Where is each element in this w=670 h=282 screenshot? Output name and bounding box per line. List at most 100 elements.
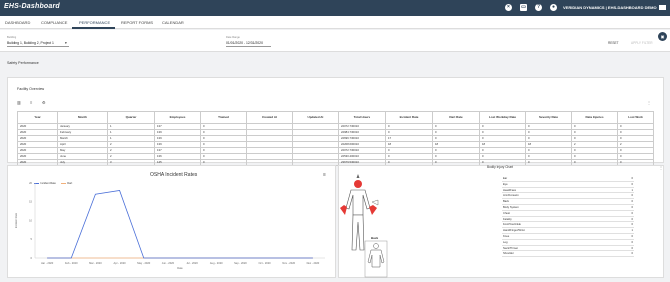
body-part-name: Ear xyxy=(503,177,508,180)
date-range-input[interactable]: 01/01/2020 - 12/31/2020 xyxy=(226,41,263,45)
legs-outline[interactable] xyxy=(351,214,365,251)
left-hand-marker[interactable] xyxy=(340,205,347,215)
column-header[interactable]: Lost Workday Rate xyxy=(479,111,526,124)
chevron-down-icon[interactable]: ▾ xyxy=(65,41,67,45)
column-header[interactable]: Updated At xyxy=(292,111,339,124)
list-item[interactable]: Shoulder 0 xyxy=(502,251,634,258)
help-icon[interactable]: ? xyxy=(535,4,542,11)
reset-button[interactable]: RESET xyxy=(608,41,619,45)
column-header[interactable]: Severity Rate xyxy=(525,111,572,124)
pointer-icon xyxy=(356,174,360,178)
date-underline xyxy=(226,46,271,47)
body-part-name: Arm/Forearm xyxy=(503,194,519,198)
x-tick-label: Jun - 2020 xyxy=(162,261,175,265)
body-part-count: 0 xyxy=(631,194,634,198)
x-tick-label: Aug - 2020 xyxy=(210,261,223,265)
tab-performance[interactable]: PERFORMANCE xyxy=(79,20,110,25)
injury-list: Ear 0 Eye 0 Head/Face 1 Arm/Forearm 0 Back 0 Body … xyxy=(502,176,634,258)
body-part-count: 0 xyxy=(631,177,634,180)
column-header[interactable]: Lost Work xyxy=(617,111,654,124)
calendar-fab-icon[interactable]: ▣ xyxy=(658,32,667,41)
facility-table: Year Month Quarter Employees Trained Created … xyxy=(17,111,654,166)
user-icon[interactable]: ● xyxy=(550,4,557,11)
app-logo[interactable]: EHS-Dashboard xyxy=(4,3,60,10)
facility-overview-title: Facility Overview xyxy=(17,87,45,91)
body-part-name: Body System xyxy=(503,205,519,209)
body-part-count: 0 xyxy=(631,182,634,186)
more-vert-icon[interactable]: ⋮ xyxy=(647,100,651,105)
columns-icon[interactable]: ▥ xyxy=(17,101,21,105)
body-part-name: Eye xyxy=(503,182,508,186)
body-part-count: 1 xyxy=(631,229,634,233)
x-tick-label: Apr - 2020 xyxy=(114,261,127,265)
y-tick-label: 20 xyxy=(29,181,32,185)
filter-bar: Building Building 1, Building 2, Project… xyxy=(0,30,670,52)
body-part-name: Foot/Toe/Ankle xyxy=(503,223,521,227)
torso-outline[interactable] xyxy=(345,189,371,216)
active-tab-indicator xyxy=(72,27,115,29)
y-tick-label: 0 xyxy=(31,256,33,260)
tab-dashboard[interactable]: DASHBOARD xyxy=(5,20,30,25)
osha-line-chart: 0 5 10 15 20 Jan - 2020 Feb - 2020 Mar - 2020 Ap… xyxy=(14,181,325,270)
apply-filter-button[interactable]: APPLY FILTER xyxy=(631,41,653,45)
right-hand-marker[interactable] xyxy=(369,205,377,215)
injury-chart-title: Bodily Injury Chart xyxy=(487,165,514,169)
back-body-figure[interactable] xyxy=(364,240,388,278)
section-title: Safety Performance xyxy=(7,61,39,65)
body-part-name: Fatality xyxy=(503,217,512,221)
tab-compliance[interactable]: COMPLIANCE xyxy=(41,20,67,25)
column-header[interactable]: Data Injuries xyxy=(571,111,618,124)
column-header[interactable]: Month xyxy=(57,111,108,124)
x-tick-label: Nov - 2020 xyxy=(282,261,295,265)
x-tick-label: Oct - 2020 xyxy=(259,261,272,265)
y-tick-label: 15 xyxy=(29,200,32,204)
head-marker[interactable] xyxy=(354,180,362,188)
x-tick-label: May - 2020 xyxy=(137,261,151,265)
building-underline xyxy=(7,46,69,47)
body-part-name: Neck/Throat xyxy=(503,246,518,250)
top-bar: EHS-Dashboard × ▭ ? ● VERIDIAN DYNAMICS … xyxy=(0,0,670,16)
x-tick-label: Jan - 2020 xyxy=(41,261,54,265)
body-part-count: 0 xyxy=(631,200,634,204)
pointer-arrow-icon xyxy=(371,199,379,206)
folder-icon[interactable]: ▭ xyxy=(520,4,527,11)
mail-icon[interactable] xyxy=(659,5,666,10)
column-header[interactable]: Dart Rate xyxy=(432,111,480,124)
back-head[interactable] xyxy=(373,243,379,249)
close-icon[interactable]: × xyxy=(505,4,512,11)
tab-calendar[interactable]: CALENDAR xyxy=(162,20,184,25)
building-select[interactable]: Building 1, Building 2, Project 1 xyxy=(7,41,54,45)
column-header[interactable]: Employees xyxy=(154,111,201,124)
body-part-count: 0 xyxy=(631,217,634,221)
body-part-name: Shoulder xyxy=(503,252,514,256)
column-header[interactable]: Created At xyxy=(246,111,293,124)
building-label: Building xyxy=(7,36,17,39)
x-tick-label: Jul - 2020 xyxy=(186,261,198,265)
y-tick-label: 10 xyxy=(29,218,32,222)
body-part-count: 0 xyxy=(631,252,634,256)
x-tick-label: Mar - 2020 xyxy=(89,261,102,265)
column-header[interactable]: Quarter xyxy=(107,111,155,124)
filter-icon[interactable]: ≡ xyxy=(30,101,34,105)
body-part-name: Back xyxy=(503,200,509,204)
account-name[interactable]: VERIDIAN DYNAMICS | EHS-DASHBOARD DEMO xyxy=(563,5,657,10)
back-label: Back xyxy=(371,236,379,240)
back-torso[interactable] xyxy=(367,249,385,268)
gear-icon[interactable]: ⚙ xyxy=(42,101,46,105)
body-part-count: 1 xyxy=(631,188,634,192)
main-nav: DASHBOARD COMPLIANCE PERFORMANCE REPORT … xyxy=(0,16,670,29)
expand-icon[interactable]: ⋮ xyxy=(659,165,663,170)
column-header[interactable]: Incident Rate xyxy=(385,111,433,124)
x-tick-label: Dec - 2020 xyxy=(307,261,320,265)
date-range-label: Date Range xyxy=(226,36,240,39)
y-tick-label: 5 xyxy=(31,237,33,241)
column-header[interactable]: Year xyxy=(17,111,58,124)
column-header[interactable]: Trained xyxy=(200,111,247,124)
top-icons: × ▭ ? ● xyxy=(505,4,557,11)
y-axis-title: Incident Rate xyxy=(14,212,18,228)
x-tick-label: Sep - 2020 xyxy=(234,261,247,265)
tab-report-forms[interactable]: REPORT FORMS xyxy=(121,20,153,25)
body-part-count: 0 xyxy=(631,234,634,238)
body-diagram[interactable] xyxy=(338,170,398,278)
column-header[interactable]: Total Hours xyxy=(338,111,386,124)
